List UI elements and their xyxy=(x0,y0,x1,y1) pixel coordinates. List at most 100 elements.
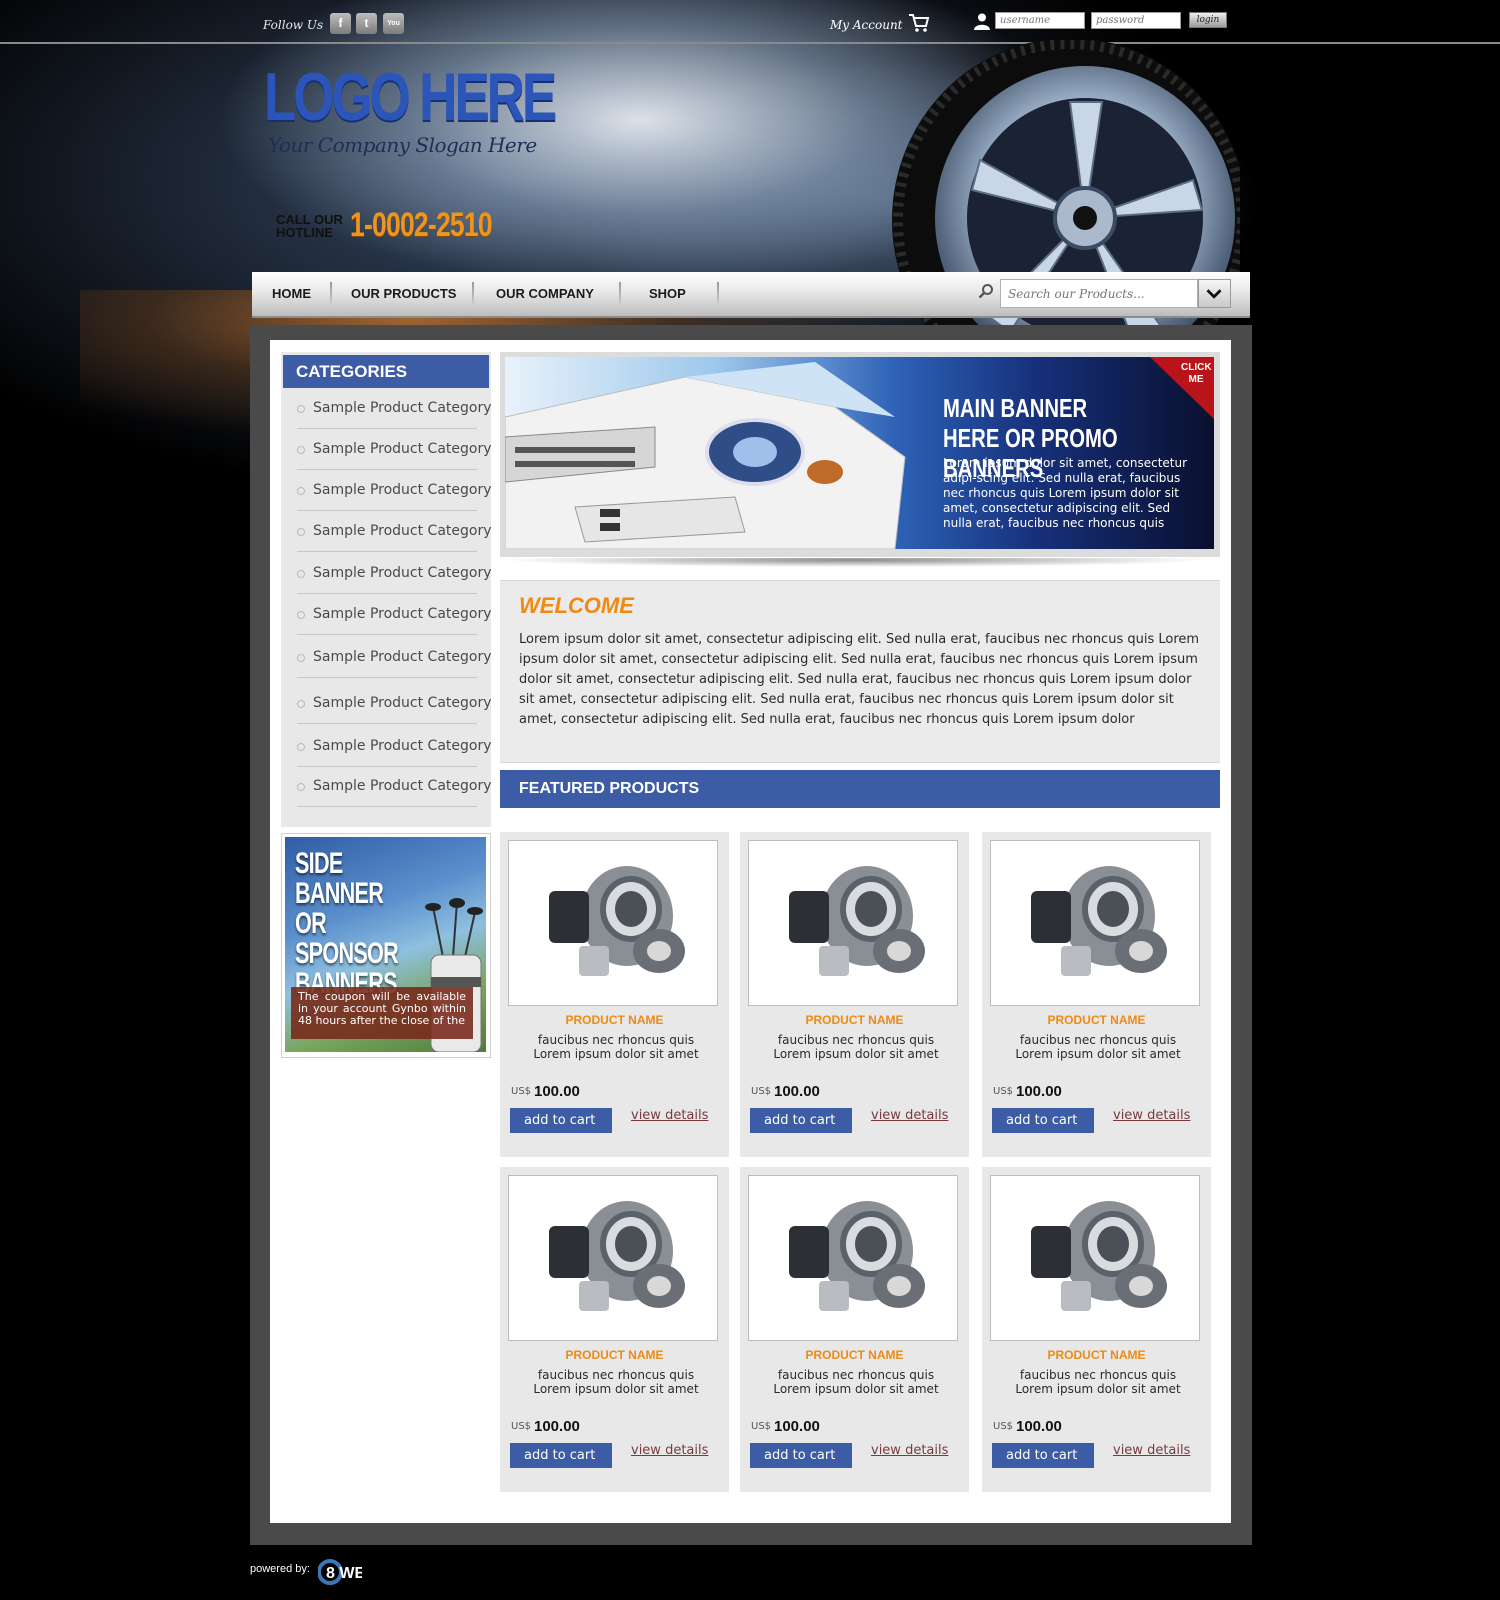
throttle-body-image xyxy=(1031,1201,1167,1311)
product-price: 100.00 xyxy=(1016,1083,1062,1100)
add-to-cart-button[interactable]: add to cart xyxy=(510,1443,612,1468)
product-currency: US$ xyxy=(511,1086,532,1097)
throttle-body-image xyxy=(549,866,685,976)
product-image[interactable] xyxy=(990,840,1200,1006)
main-banner[interactable]: Main Banner Here or Promo Banners Lorem … xyxy=(505,357,1214,549)
click-me-badge[interactable]: Click me xyxy=(1181,362,1212,386)
view-details-link[interactable]: view details xyxy=(871,1108,948,1123)
product-currency: US$ xyxy=(751,1086,772,1097)
product-description: faucibus nec rhoncus quis Lorem ipsum do… xyxy=(1015,1368,1181,1396)
nav-home[interactable]: Home xyxy=(272,286,311,301)
my-account-link[interactable]: My Account xyxy=(830,18,903,32)
powered-by-label: powered by: xyxy=(250,1563,310,1575)
category-item[interactable]: Sample Product Category xyxy=(297,595,492,635)
throttle-body-image xyxy=(1031,866,1167,976)
product-name[interactable]: PRODUCT NAME xyxy=(500,1348,729,1362)
car-image xyxy=(505,362,906,549)
product-name[interactable]: PRODUCT NAME xyxy=(740,1013,969,1027)
product-image[interactable] xyxy=(990,1175,1200,1341)
powered-by-logo[interactable]: 8 WEB SKIN xyxy=(318,1552,362,1592)
product-name[interactable]: PRODUCT NAME xyxy=(740,1348,969,1362)
cart-icon[interactable] xyxy=(908,13,930,33)
category-item[interactable]: Sample Product Category xyxy=(297,554,492,594)
product-name[interactable]: PRODUCT NAME xyxy=(500,1013,729,1027)
view-details-link[interactable]: view details xyxy=(1113,1443,1190,1458)
follow-us-label: Follow Us xyxy=(263,18,324,32)
product-currency: US$ xyxy=(993,1086,1014,1097)
slogan: Your Company Slogan Here xyxy=(268,133,537,157)
product-currency: US$ xyxy=(993,1421,1014,1432)
view-details-link[interactable]: view details xyxy=(631,1108,708,1123)
product-card: PRODUCT NAME faucibus nec rhoncus quis L… xyxy=(982,1167,1211,1492)
welcome-text: Lorem ipsum dolor sit amet, consectetur … xyxy=(519,632,1200,727)
view-details-link[interactable]: view details xyxy=(631,1443,708,1458)
product-currency: US$ xyxy=(511,1421,532,1432)
add-to-cart-button[interactable]: add to cart xyxy=(992,1108,1094,1133)
product-currency: US$ xyxy=(751,1421,772,1432)
twitter-icon[interactable]: t xyxy=(356,13,377,34)
add-to-cart-button[interactable]: add to cart xyxy=(992,1443,1094,1468)
youtube-icon[interactable]: You xyxy=(383,13,404,34)
side-banner-title: Side Banner or Sponsor Banners xyxy=(295,847,399,1000)
username-input[interactable] xyxy=(995,12,1085,29)
product-price: 100.00 xyxy=(774,1083,820,1100)
login-button[interactable]: login xyxy=(1189,12,1227,28)
nav-shop[interactable]: Shop xyxy=(649,286,686,301)
add-to-cart-button[interactable]: add to cart xyxy=(750,1443,852,1468)
product-price: 100.00 xyxy=(534,1083,580,1100)
product-image[interactable] xyxy=(748,840,958,1006)
view-details-link[interactable]: view details xyxy=(871,1443,948,1458)
product-image[interactable] xyxy=(508,840,718,1006)
main-banner-text: Lorem ipsum dolor sit amet, consectetur … xyxy=(943,456,1188,530)
bullet-icon xyxy=(297,700,305,708)
product-name[interactable]: PRODUCT NAME xyxy=(982,1348,1211,1362)
chevron-down-icon xyxy=(1206,289,1222,299)
password-input[interactable] xyxy=(1091,12,1181,29)
category-item[interactable]: Sample Product Category xyxy=(297,389,492,429)
bullet-icon xyxy=(297,611,305,619)
logo[interactable]: LOGO HERE xyxy=(264,58,557,136)
bullet-icon xyxy=(297,528,305,536)
category-item[interactable]: Sample Product Category xyxy=(297,430,492,470)
bullet-icon xyxy=(297,743,305,751)
topbar-divider xyxy=(0,42,1500,44)
throttle-body-image xyxy=(789,1201,925,1311)
add-to-cart-button[interactable]: add to cart xyxy=(510,1108,612,1133)
category-item[interactable]: Sample Product Category xyxy=(297,727,492,767)
user-icon xyxy=(974,13,990,30)
category-item[interactable]: Sample Product Category xyxy=(297,471,492,511)
product-description: faucibus nec rhoncus quis Lorem ipsum do… xyxy=(533,1368,699,1396)
search-input[interactable] xyxy=(1000,279,1198,308)
powered-logo-text: 8 WEB SKIN xyxy=(326,1565,362,1582)
side-banner[interactable]: Side Banner or Sponsor Banners The coupo… xyxy=(285,837,486,1052)
side-banner-coupon-text: The coupon will be available in your acc… xyxy=(291,987,473,1039)
throttle-body-image xyxy=(549,1201,685,1311)
search-icon[interactable] xyxy=(978,283,994,299)
product-card: PRODUCT NAME faucibus nec rhoncus quis L… xyxy=(500,1167,729,1492)
product-name[interactable]: PRODUCT NAME xyxy=(982,1013,1211,1027)
hotline-label: Call our hotline xyxy=(276,212,343,240)
main-banner-shadow xyxy=(510,558,1200,572)
bullet-icon xyxy=(297,654,305,662)
category-item[interactable]: Sample Product Category xyxy=(297,638,492,678)
welcome-title: Welcome xyxy=(519,593,634,618)
product-card: PRODUCT NAME faucibus nec rhoncus quis L… xyxy=(740,1167,969,1492)
bullet-icon xyxy=(297,487,305,495)
category-item[interactable]: Sample Product Category xyxy=(297,767,492,807)
category-item[interactable]: Sample Product Category xyxy=(297,512,492,552)
nav-our-company[interactable]: Our Company xyxy=(496,286,594,301)
product-price: 100.00 xyxy=(534,1418,580,1435)
view-details-link[interactable]: view details xyxy=(1113,1108,1190,1123)
bullet-icon xyxy=(297,783,305,791)
category-item[interactable]: Sample Product Category xyxy=(297,684,492,724)
facebook-icon[interactable]: f xyxy=(330,13,351,34)
product-image[interactable] xyxy=(508,1175,718,1341)
hotline-number: 1-0002-2510 xyxy=(350,206,493,244)
search-dropdown-button[interactable] xyxy=(1198,279,1231,308)
product-description: faucibus nec rhoncus quis Lorem ipsum do… xyxy=(533,1033,699,1061)
add-to-cart-button[interactable]: add to cart xyxy=(750,1108,852,1133)
bullet-icon xyxy=(297,446,305,454)
nav-our-products[interactable]: Our Products xyxy=(351,286,456,301)
product-image[interactable] xyxy=(748,1175,958,1341)
product-description: faucibus nec rhoncus quis Lorem ipsum do… xyxy=(773,1033,939,1061)
